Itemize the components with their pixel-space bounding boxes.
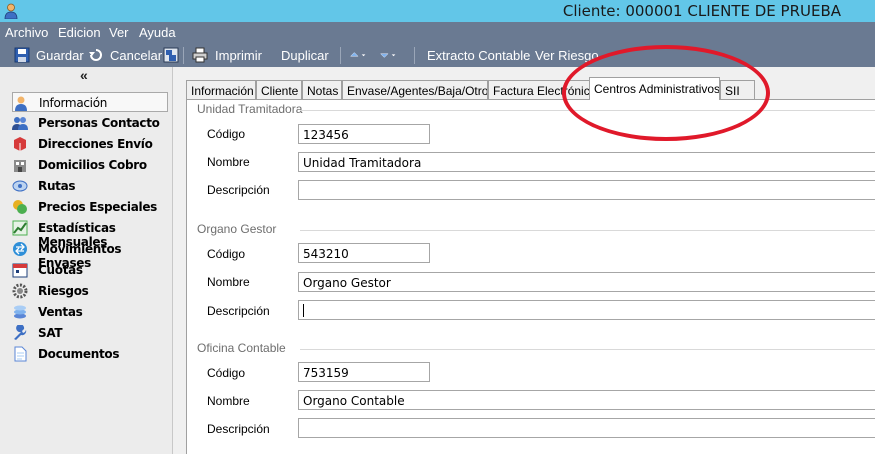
sidebar-item-cuotas[interactable]: Cuotas bbox=[12, 260, 168, 280]
sidebar-item-estadisticas-mensuales[interactable]: Estadísticas Mensuales bbox=[12, 218, 168, 249]
nombre-label: Nombre bbox=[207, 275, 250, 289]
menu-archivo[interactable]: Archivo bbox=[5, 25, 48, 40]
tab-centros-administrativos[interactable]: Centros Administrativos bbox=[589, 77, 720, 100]
save-button[interactable]: Guardar bbox=[36, 48, 84, 63]
tab-informacion[interactable]: Información bbox=[186, 80, 256, 100]
save-icon bbox=[14, 47, 30, 63]
sidebar-item-label: Personas Contacto bbox=[38, 116, 160, 130]
codigo-label: Código bbox=[207, 247, 246, 261]
sidebar-item-movimientos-envases[interactable]: Movimientos Envases bbox=[12, 239, 168, 270]
section-title-oficina: Oficina Contable bbox=[197, 341, 286, 355]
tab-notas[interactable]: Notas bbox=[302, 80, 342, 100]
contacts-icon bbox=[12, 117, 28, 130]
arrow-up-icon[interactable] bbox=[350, 47, 366, 63]
ver-riesgo-button[interactable]: Ver Riesgo bbox=[535, 48, 599, 63]
toolbar-separator bbox=[414, 47, 415, 64]
arrow-down-icon[interactable] bbox=[380, 47, 396, 63]
oficina-descripcion-input[interactable] bbox=[298, 418, 875, 438]
section-divider bbox=[300, 230, 875, 231]
sidebar-item-label: Documentos bbox=[38, 347, 120, 361]
wrench-icon bbox=[14, 325, 27, 340]
gear-icon bbox=[12, 283, 28, 299]
sidebar-item-sat[interactable]: SAT bbox=[12, 323, 168, 343]
undo-icon bbox=[89, 49, 102, 61]
route-icon bbox=[12, 180, 28, 192]
sidebar-item-label: Domicilios Cobro bbox=[38, 158, 147, 172]
tab-factura-electronica[interactable]: Factura Electrónica bbox=[488, 80, 590, 100]
sidebar-item-label: Cuotas bbox=[38, 263, 83, 277]
sidebar-item-label: SAT bbox=[38, 326, 63, 340]
document-icon bbox=[14, 346, 27, 362]
window-title: Cliente: 000001 CLIENTE DE PRUEBA bbox=[562, 2, 841, 20]
section-divider bbox=[300, 110, 875, 111]
menu-edicion[interactable]: Edicion bbox=[58, 25, 101, 40]
sidebar-item-label: Ventas bbox=[38, 305, 83, 319]
sidebar-item-precios-especiales[interactable]: Precios Especiales bbox=[12, 197, 168, 217]
sidebar-item-direcciones-envio[interactable]: Direcciones Envío bbox=[12, 134, 168, 154]
toolbar-separator bbox=[340, 47, 341, 64]
tab-cliente[interactable]: Cliente bbox=[256, 80, 302, 100]
print-button[interactable]: Imprimir bbox=[215, 48, 262, 63]
unidad-nombre-input[interactable]: Unidad Tramitadora bbox=[298, 152, 875, 172]
printer-icon bbox=[192, 47, 208, 63]
oficina-nombre-input[interactable]: Organo Contable bbox=[298, 390, 875, 410]
tab-sii[interactable]: SII bbox=[720, 80, 755, 100]
codigo-label: Código bbox=[207, 366, 246, 380]
oficina-codigo-input[interactable]: 753159 bbox=[298, 362, 430, 382]
sidebar-item-personas-contacto[interactable]: Personas Contacto bbox=[12, 113, 168, 133]
nombre-label: Nombre bbox=[207, 394, 250, 408]
coins-icon bbox=[14, 305, 26, 319]
calendar-icon bbox=[12, 263, 28, 278]
user-icon bbox=[4, 3, 18, 19]
section-divider bbox=[300, 349, 875, 350]
toolbar-separator bbox=[183, 47, 184, 64]
sidebar-item-domicilios-cobro[interactable]: Domicilios Cobro bbox=[12, 155, 168, 175]
collapse-button[interactable]: « bbox=[80, 67, 88, 83]
menu-bar: Archivo Edicion Ver Ayuda bbox=[0, 22, 875, 43]
descripcion-label: Descripción bbox=[207, 183, 270, 197]
sidebar-item-label: Riesgos bbox=[38, 284, 89, 298]
transfer-icon bbox=[13, 242, 27, 256]
sidebar-item-label: Precios Especiales bbox=[38, 200, 158, 214]
sidebar-item-ventas[interactable]: Ventas bbox=[12, 302, 168, 322]
chart-icon bbox=[12, 220, 28, 236]
sidebar-item-rutas[interactable]: Rutas bbox=[12, 176, 168, 196]
menu-ayuda[interactable]: Ayuda bbox=[139, 25, 176, 40]
tab-envase-agentes[interactable]: Envase/Agentes/Baja/Otros bbox=[342, 80, 488, 100]
organo-descripcion-input[interactable] bbox=[298, 300, 875, 320]
price-icon bbox=[13, 200, 27, 214]
duplicate-button[interactable]: Duplicar bbox=[281, 48, 329, 63]
sidebar-item-label: Rutas bbox=[38, 179, 76, 193]
nombre-label: Nombre bbox=[207, 155, 250, 169]
unidad-descripcion-input[interactable] bbox=[298, 180, 875, 200]
save-all-icon bbox=[163, 47, 179, 63]
delivery-icon bbox=[14, 137, 26, 151]
user-icon bbox=[15, 96, 27, 111]
sidebar-item-riesgos[interactable]: Riesgos bbox=[12, 281, 168, 301]
cancel-button[interactable]: Cancelar bbox=[110, 48, 162, 63]
extracto-contable-button[interactable]: Extracto Contable bbox=[427, 48, 530, 63]
organo-codigo-input[interactable]: 543210 bbox=[298, 243, 430, 263]
section-title-organo: Organo Gestor bbox=[197, 222, 277, 236]
sidebar-item-informacion[interactable]: Información bbox=[12, 92, 168, 112]
sidebar-item-label: Direcciones Envío bbox=[38, 137, 153, 151]
sidebar-item-label: Información bbox=[39, 96, 108, 110]
organo-nombre-input[interactable]: Organo Gestor bbox=[298, 272, 875, 292]
section-title-unidad: Unidad Tramitadora bbox=[197, 102, 303, 116]
codigo-label: Código bbox=[207, 127, 246, 141]
title-bar: Cliente: 000001 CLIENTE DE PRUEBA bbox=[0, 0, 875, 22]
text-caret bbox=[303, 304, 304, 317]
menu-ver[interactable]: Ver bbox=[109, 25, 129, 40]
sidebar-item-documentos[interactable]: Documentos bbox=[12, 344, 168, 364]
building-icon bbox=[14, 160, 26, 172]
toolbar: Guardar Cancelar Imprimir Duplicar Extra… bbox=[0, 43, 875, 67]
descripcion-label: Descripción bbox=[207, 422, 270, 436]
descripcion-label: Descripción bbox=[207, 304, 270, 318]
unidad-codigo-input[interactable]: 123456 bbox=[298, 124, 430, 144]
